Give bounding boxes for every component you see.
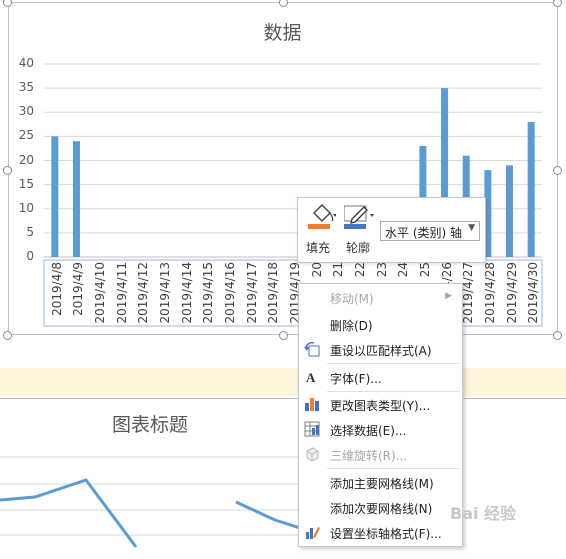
mini-format-toolbar: 填充 轮廓 水平 (类别) 轴 ▼ — [297, 197, 486, 263]
menu-item-3d-rotation[interactable]: 三维旋转(R)... — [299, 442, 462, 467]
line-series-segment-1 — [0, 478, 138, 548]
menu-item-label: 删除(D) — [330, 319, 373, 333]
x-tick-label: 2019/4/11 — [114, 262, 129, 332]
x-tick-label: 2019/4/8 — [49, 262, 64, 332]
chart-element-dropdown[interactable]: 水平 (类别) 轴 ▼ — [380, 221, 480, 241]
chart-type-icon — [305, 398, 319, 411]
x-tick-label: 2019/4/12 — [136, 262, 151, 332]
x-tick-text: 2019/4/18 — [266, 262, 281, 324]
y-tick-label: 10 — [18, 200, 34, 215]
menu-separator — [327, 363, 460, 364]
pen-icon — [344, 205, 374, 229]
x-tick-text: 2019/4/14 — [179, 262, 194, 324]
menu-item-label: 重设以匹配样式(A) — [330, 344, 432, 358]
submenu-arrow-icon: ▶ — [445, 291, 452, 301]
x-tick-text: 2019/4/17 — [244, 262, 259, 324]
menu-item-label: 三维旋转(R)... — [330, 449, 408, 463]
menu-item-delete[interactable]: 删除(D) — [299, 312, 462, 337]
watermark: Bai 经验 — [450, 504, 517, 523]
y-tick-label: 5 — [26, 224, 34, 239]
svg-text:A: A — [306, 370, 316, 385]
line-series-segment-2 — [235, 500, 300, 530]
menu-item-change-chart-type[interactable]: 更改图表类型(Y)... — [299, 392, 462, 417]
fill-color-bar — [308, 224, 330, 229]
x-tick-text: 22 — [352, 262, 367, 278]
bar — [527, 121, 535, 258]
x-tick-text: 2019/4/16 — [223, 262, 238, 324]
bar — [72, 141, 80, 257]
menu-item-label: 设置坐标轴格式(F)... — [330, 527, 442, 541]
line-chart-plot[interactable] — [0, 440, 300, 555]
x-tick-label: 2019/4/18 — [266, 262, 281, 332]
rotate-3d-icon — [306, 447, 319, 462]
worksheet-row-highlight — [0, 368, 566, 396]
menu-item-format-axis[interactable]: 设置坐标轴格式(F)... — [299, 520, 462, 545]
x-tick-text: 2019/4/11 — [114, 262, 129, 324]
outline-label: 轮廓 — [346, 241, 371, 255]
menu-item-font[interactable]: A 字体(F)... — [299, 365, 462, 390]
fill-button[interactable]: 填充 — [302, 201, 340, 257]
y-tick-label: 15 — [18, 176, 34, 191]
menu-item-label: 字体(F)... — [330, 372, 382, 386]
x-tick-text: 2019/4/28 — [482, 262, 497, 324]
x-tick-text: 2019/4/27 — [461, 262, 476, 324]
x-tick-label: 2019/4/10 — [93, 262, 108, 332]
reset-style-icon — [304, 341, 320, 357]
x-tick-text: 2019/4/30 — [526, 262, 541, 324]
x-tick-text: 2019/4/15 — [201, 262, 216, 324]
x-tick-label: 2019/4/9 — [71, 262, 86, 332]
menu-item-label: 添加次要网格线(N) — [330, 502, 433, 516]
y-tick-label: 40 — [18, 56, 34, 70]
x-tick-text: 2019/4/13 — [158, 262, 173, 324]
x-tick-text: 25 — [417, 262, 432, 278]
x-tick-label: 2019/4/16 — [223, 262, 238, 332]
y-tick-label: 35 — [18, 80, 34, 95]
menu-item-add-minor-gridlines[interactable]: 添加次要网格线(N) — [299, 495, 462, 520]
paint-bucket-icon — [308, 204, 336, 229]
x-tick-label: 2019/4/14 — [179, 262, 194, 332]
fill-label: 填充 — [306, 241, 331, 255]
x-tick-text: 2019/4/9 — [71, 262, 86, 316]
menu-item-reset-style[interactable]: 重设以匹配样式(A) — [299, 337, 462, 362]
x-tick-text: 21 — [331, 262, 346, 278]
menu-item-label: 添加主要网格线(M) — [330, 477, 434, 491]
x-tick-label: 2019/4/15 — [201, 262, 216, 332]
y-tick-label: 20 — [18, 152, 34, 167]
menu-item-select-data[interactable]: 选择数据(E)... — [299, 417, 462, 442]
outline-color-bar — [344, 224, 366, 229]
x-tick-text: 24 — [396, 262, 411, 278]
y-tick-label: 0 — [26, 249, 34, 263]
menu-item-label: 更改图表类型(Y)... — [330, 399, 431, 413]
x-tick-label: 2019/4/13 — [158, 262, 173, 332]
x-tick-text: 20 — [309, 262, 324, 278]
bar — [506, 165, 514, 257]
second-chart-title[interactable]: 图表标题 — [80, 410, 220, 437]
x-tick-text: 2019/4/8 — [49, 262, 64, 316]
format-axis-icon — [306, 527, 320, 539]
outline-button[interactable]: 轮廓 — [342, 201, 378, 257]
x-tick-label: 2019/4/30 — [526, 262, 541, 332]
dropdown-arrow-icon: ▼ — [468, 223, 475, 233]
menu-item-label: 选择数据(E)... — [330, 424, 407, 438]
chart-element-value: 水平 (类别) 轴 — [385, 226, 462, 240]
menu-item-add-major-gridlines[interactable]: 添加主要网格线(M) — [299, 470, 462, 495]
x-tick-text: 23 — [374, 262, 389, 278]
menu-item-label: 移动(M) — [330, 292, 374, 306]
x-tick-label: 2019/4/29 — [504, 262, 519, 332]
x-tick-label: 2019/4/28 — [482, 262, 497, 332]
y-tick-label: 25 — [18, 128, 34, 143]
bar — [51, 136, 59, 257]
x-tick-label: 2019/4/17 — [244, 262, 259, 332]
x-tick-text: 2019/4/29 — [504, 262, 519, 324]
select-data-icon — [304, 421, 320, 437]
font-icon: A — [306, 370, 316, 385]
y-tick-label: 30 — [18, 104, 34, 119]
menu-item-move[interactable]: 移动(M) ▶ — [299, 285, 462, 310]
x-tick-text: 2019/4/10 — [93, 262, 108, 324]
context-menu: 移动(M) ▶ 删除(D) 重设以匹配样式(A) A 字体(F)... 更改图表… — [298, 283, 463, 547]
menu-separator — [327, 468, 460, 469]
x-tick-text: 2019/4/12 — [136, 262, 151, 324]
